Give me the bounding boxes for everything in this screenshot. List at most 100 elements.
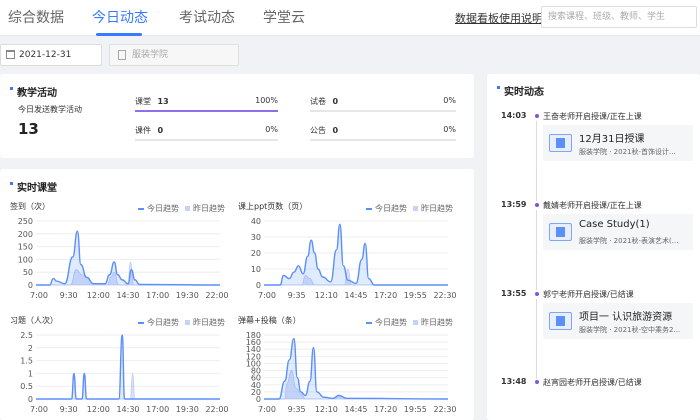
x-tick-label: 19:55 — [404, 291, 427, 300]
event-meta: 服装学院 · 2021秋-表演艺术(... — [579, 237, 679, 245]
event-time: 14:03 — [501, 111, 527, 120]
metric-percent: 100% — [255, 96, 278, 105]
y-tick-label: 40 — [251, 217, 261, 226]
y-tick-label: 1 — [28, 369, 33, 378]
timeline-dot — [535, 203, 539, 207]
metric-bar — [135, 139, 278, 141]
metric-label: 公告 — [310, 126, 326, 135]
teaching-subtitle: 今日发送教学活动 — [18, 105, 82, 114]
feed-title: 实时动态 — [497, 83, 544, 98]
top-navigation: 综合数据 今日动态 考试动态 学堂云 数据看板使用说明 搜索课程、班级、教师、学… — [0, 0, 700, 36]
tab-today[interactable]: 今日动态 — [92, 7, 148, 27]
metric-bar — [135, 110, 278, 112]
event-time: 13:48 — [501, 377, 527, 386]
x-tick-label: 17:00 — [146, 291, 169, 300]
y-tick-label: 0 — [28, 281, 33, 290]
search-input[interactable]: 搜索课程、班级、教师、学生 — [541, 6, 697, 28]
chart-ppt-pages: 课上ppt页数（页） 今日趋势 昨日趋势 0 10 20 30 40 7:00 9:35 12:10… — [238, 201, 457, 301]
building-icon — [118, 50, 126, 60]
x-tick-label: 12:10 — [315, 291, 338, 300]
chart-svg: 0204060801001201401601807:00 9:35 12:10 14:… — [246, 331, 457, 414]
x-tick-label: 14:30 — [116, 291, 139, 300]
event-time: 13:55 — [501, 289, 527, 298]
chart-svg: 0 10 20 30 40 7:00 9:35 12:10 14:45 17:20 19:55 22:… — [251, 217, 457, 300]
y-tick-label: 2.5 — [20, 331, 33, 340]
metric-percent: 0% — [443, 125, 456, 134]
metric-label: 课件 — [135, 126, 151, 135]
x-tick-label: 17:20 — [374, 405, 397, 414]
event-meta: 服装学院 · 2021秋-空中乘务2... — [579, 326, 681, 334]
metric-class: 课堂 13 — [135, 96, 169, 107]
y-tick-label: 30 — [251, 233, 261, 242]
event-course: 项目一 认识旅游资源 — [579, 312, 673, 323]
teaching-total: 13 — [18, 120, 39, 138]
x-tick-label: 22:30 — [433, 405, 456, 414]
timeline-line — [536, 299, 537, 379]
event-course: Case Study(1) — [579, 219, 650, 230]
x-tick-label: 17:20 — [374, 291, 397, 300]
active-tab-indicator — [96, 33, 142, 36]
y-tick-label: 0 — [28, 395, 33, 404]
card-title: 教学活动 — [10, 84, 57, 99]
metric-percent: 0% — [443, 96, 456, 105]
y-tick-label: 250 — [18, 217, 33, 226]
metric-label: 试卷 — [310, 97, 326, 106]
x-tick-label: 14:45 — [344, 405, 367, 414]
event-time: 13:59 — [501, 200, 527, 209]
event-course-card[interactable]: Case Study(1) 服装学院 · 2021秋-表演艺术(... — [543, 214, 693, 250]
x-tick-label: 9:35 — [288, 405, 306, 414]
dashboard-help-link[interactable]: 数据看板使用说明 — [455, 10, 543, 26]
calendar-icon — [6, 50, 15, 59]
metric-label: 课堂 — [135, 97, 151, 106]
x-tick-label: 7:00 — [258, 291, 276, 300]
college-select[interactable]: 服装学院 — [109, 44, 239, 66]
event-text: 郭宁老师开启授课/已结课 — [543, 290, 634, 299]
x-tick-label: 12:00 — [87, 405, 110, 414]
x-tick-label: 7:00 — [30, 291, 48, 300]
series-today-line — [36, 230, 221, 286]
y-tick-label: 10 — [251, 265, 261, 274]
teaching-activity-card: 教学活动 今日发送教学活动 13 课堂 13 100% 试卷 0 0% 课件 0… — [0, 74, 474, 158]
realtime-classroom-card: 实时课堂 签到（次） 今日趋势 昨日趋势 0 50 100 150 200 250 7:00 9:3… — [0, 169, 474, 420]
x-tick-label: 19:55 — [404, 405, 427, 414]
slides-icon — [549, 312, 572, 330]
event-course-card[interactable]: 12月31日授课 服装学院 · 2021秋-首饰设计... — [543, 125, 693, 161]
timeline-dot — [535, 114, 539, 118]
tab-overview[interactable]: 综合数据 — [8, 7, 64, 27]
event-course: 12月31日授课 — [579, 134, 645, 145]
event-course-card[interactable]: 项目一 认识旅游资源 服装学院 · 2021秋-空中乘务2... — [543, 303, 693, 339]
timeline-line — [536, 210, 537, 290]
chart-danmaku: 弹幕+投稿（条） 今日趋势 昨日趋势 0 20 40 60 80 100 120 140 160 180… — [238, 315, 457, 415]
x-tick-label: 22:00 — [205, 405, 228, 414]
series-today-area — [36, 231, 220, 285]
x-tick-label: 19:30 — [176, 291, 199, 300]
x-tick-label: 12:00 — [87, 291, 110, 300]
event-meta: 服装学院 · 2021秋-首饰设计... — [579, 148, 676, 156]
tab-xuetangyun[interactable]: 学堂云 — [263, 7, 305, 27]
x-tick-label: 9:30 — [60, 405, 78, 414]
event-text: 王奋老师开启授课/正在上课 — [543, 112, 642, 121]
metric-value: 0 — [332, 126, 339, 135]
date-picker[interactable]: 2021-12-31 — [0, 44, 102, 66]
y-tick-label: 20 — [251, 249, 261, 258]
timeline-line — [536, 121, 537, 201]
y-tick-label: 50 — [23, 268, 33, 277]
x-tick-label: 7:00 — [30, 405, 48, 414]
x-tick-label: 17:00 — [146, 405, 169, 414]
event-text: 戴婧老师开启授课/正在上课 — [543, 201, 642, 210]
chart-exercises: 习题（人次） 今日趋势 昨日趋势 0 0.5 1 1.5 2 2.5 7:00 9:30 12:00 1… — [10, 315, 229, 415]
x-tick-label: 12:10 — [315, 405, 338, 414]
x-tick-label: 7:00 — [258, 405, 276, 414]
x-tick-label: 9:30 — [60, 291, 78, 300]
y-tick-label: 1.5 — [20, 357, 33, 366]
slides-icon — [549, 134, 572, 152]
y-tick-label: 0 — [256, 281, 261, 290]
timeline-dot — [535, 292, 539, 296]
date-value: 2021-12-31 — [19, 50, 72, 60]
tab-exams[interactable]: 考试动态 — [179, 7, 235, 27]
metric-value: 0 — [157, 126, 164, 135]
metric-bar-fill — [135, 110, 278, 112]
slides-icon — [549, 223, 572, 241]
metric-percent: 0% — [265, 125, 278, 134]
y-tick-label: 180 — [246, 331, 261, 340]
